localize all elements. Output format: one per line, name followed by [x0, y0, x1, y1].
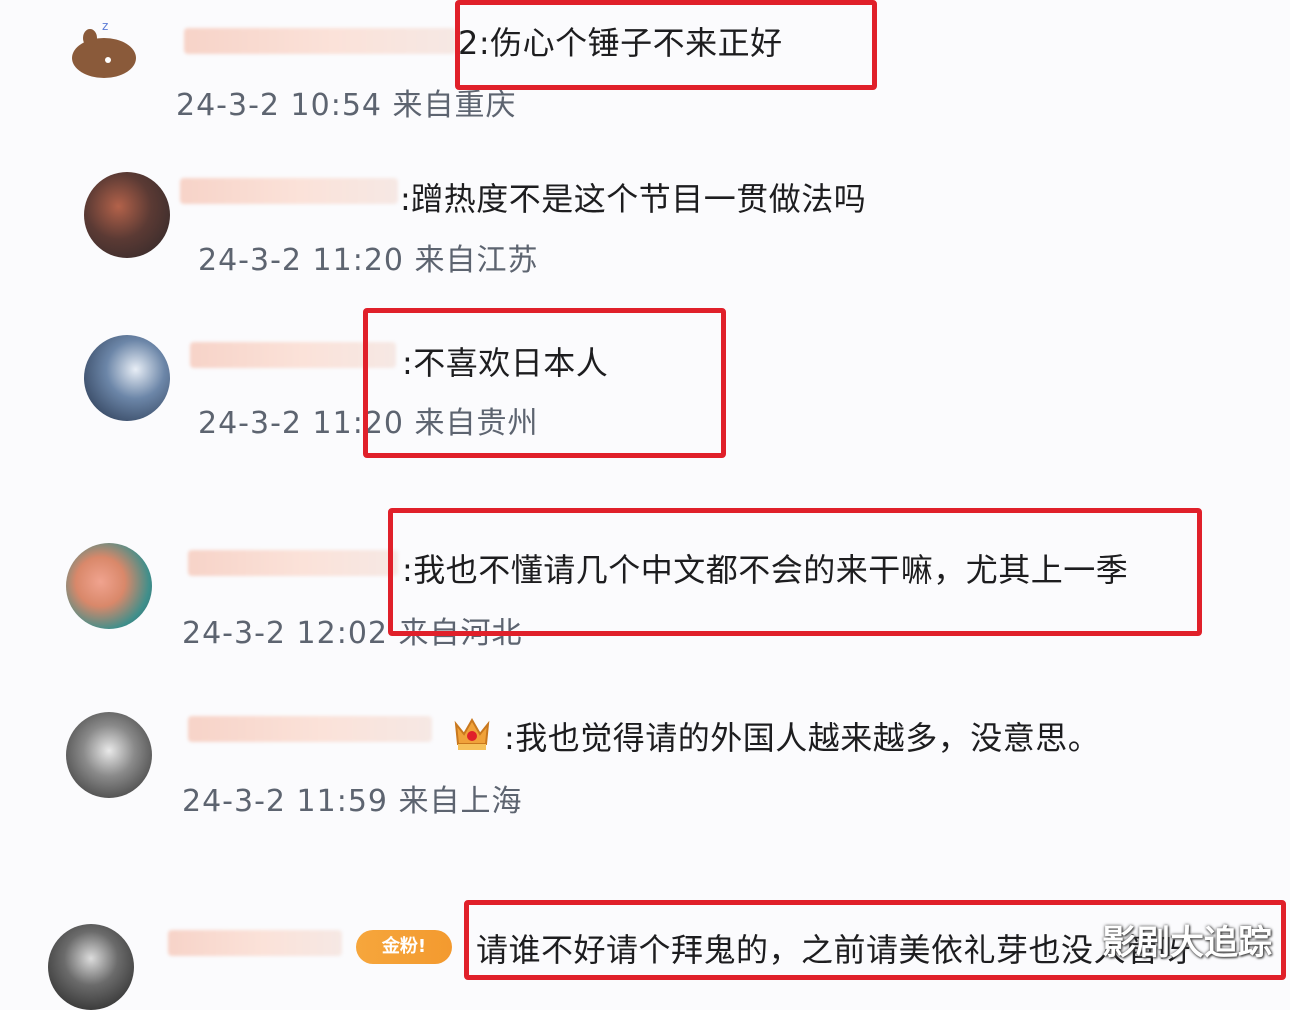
- avatar[interactable]: [66, 712, 152, 798]
- highlight-box: [455, 0, 877, 90]
- comment-meta: 24-3-2 11:20 来自江苏: [198, 243, 539, 278]
- highlight-box: [388, 508, 1202, 636]
- comment-text: :蹭热度不是这个节目一贯做法吗: [400, 180, 867, 218]
- avatar[interactable]: [84, 172, 170, 258]
- blurred-username: [184, 28, 456, 54]
- gold-fan-badge: 金粉!: [356, 930, 452, 964]
- comment-text: :我也觉得请的外国人越来越多，没意思。: [504, 719, 1101, 757]
- avatar[interactable]: z: [68, 14, 138, 84]
- crown-badge-icon: [450, 714, 494, 754]
- avatar[interactable]: [66, 543, 152, 629]
- svg-text:z: z: [102, 19, 108, 33]
- blurred-username: [180, 178, 398, 204]
- blurred-username: [188, 550, 398, 576]
- watermark: 影剧大追踪: [1102, 923, 1272, 963]
- highlight-box: [363, 308, 726, 458]
- bear-avatar-icon: z: [72, 19, 136, 78]
- avatar[interactable]: [84, 335, 170, 421]
- avatar[interactable]: [48, 924, 134, 1010]
- comment-meta: 24-3-2 11:59 来自上海: [182, 784, 523, 819]
- blurred-username: [168, 930, 342, 956]
- blurred-username: [188, 716, 432, 742]
